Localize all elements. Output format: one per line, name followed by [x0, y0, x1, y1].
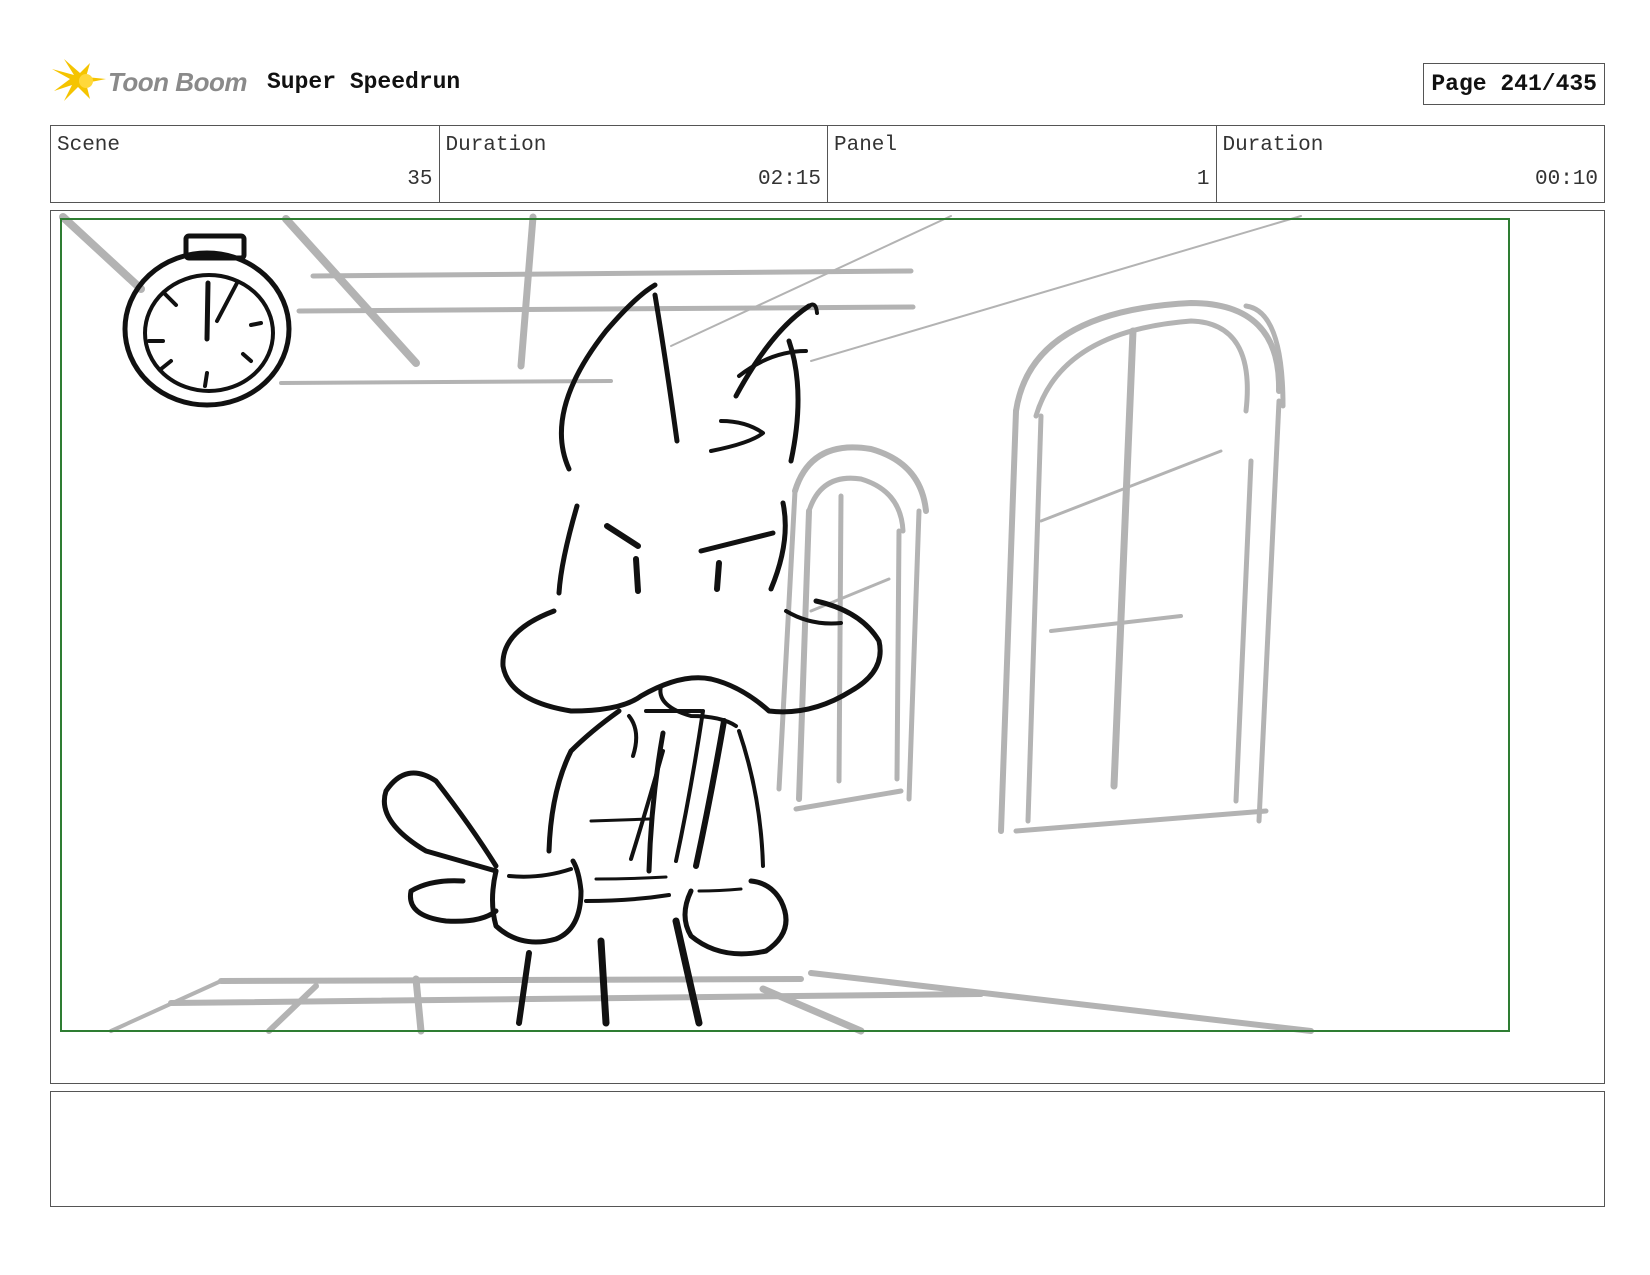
panel-duration-cell: Duration 00:10 — [1217, 126, 1605, 202]
scene-cell: Scene 35 — [51, 126, 440, 202]
logo-text: Toon Boom — [108, 67, 247, 97]
scene-duration-label: Duration — [445, 134, 547, 157]
panel-info-row: Scene 35 Duration 02:15 Panel 1 Duration… — [50, 125, 1605, 203]
starburst-icon — [52, 59, 106, 101]
scene-label: Scene — [57, 134, 121, 157]
panel-notes-box[interactable] — [50, 1091, 1605, 1207]
toon-boom-logo: Toon Boom — [50, 57, 250, 103]
storyboard-header: Toon Boom Super Speedrun Page 241/435 — [50, 55, 1605, 105]
panel-cell: Panel 1 — [828, 126, 1217, 202]
panel-sketch — [59, 213, 1510, 1035]
panel-value: 1 — [1196, 168, 1210, 191]
panel-label: Panel — [834, 134, 898, 157]
scene-duration-cell: Duration 02:15 — [440, 126, 828, 202]
scene-duration-value: 02:15 — [757, 168, 821, 191]
panel-duration-value: 00:10 — [1534, 168, 1598, 191]
panel-duration-label: Duration — [1222, 134, 1324, 157]
page-counter: Page 241/435 — [1423, 63, 1605, 105]
project-title: Super Speedrun — [267, 69, 461, 95]
scene-value: 35 — [407, 168, 433, 191]
stopwatch-icon — [122, 233, 292, 408]
storyboard-panel-image — [50, 210, 1605, 1084]
